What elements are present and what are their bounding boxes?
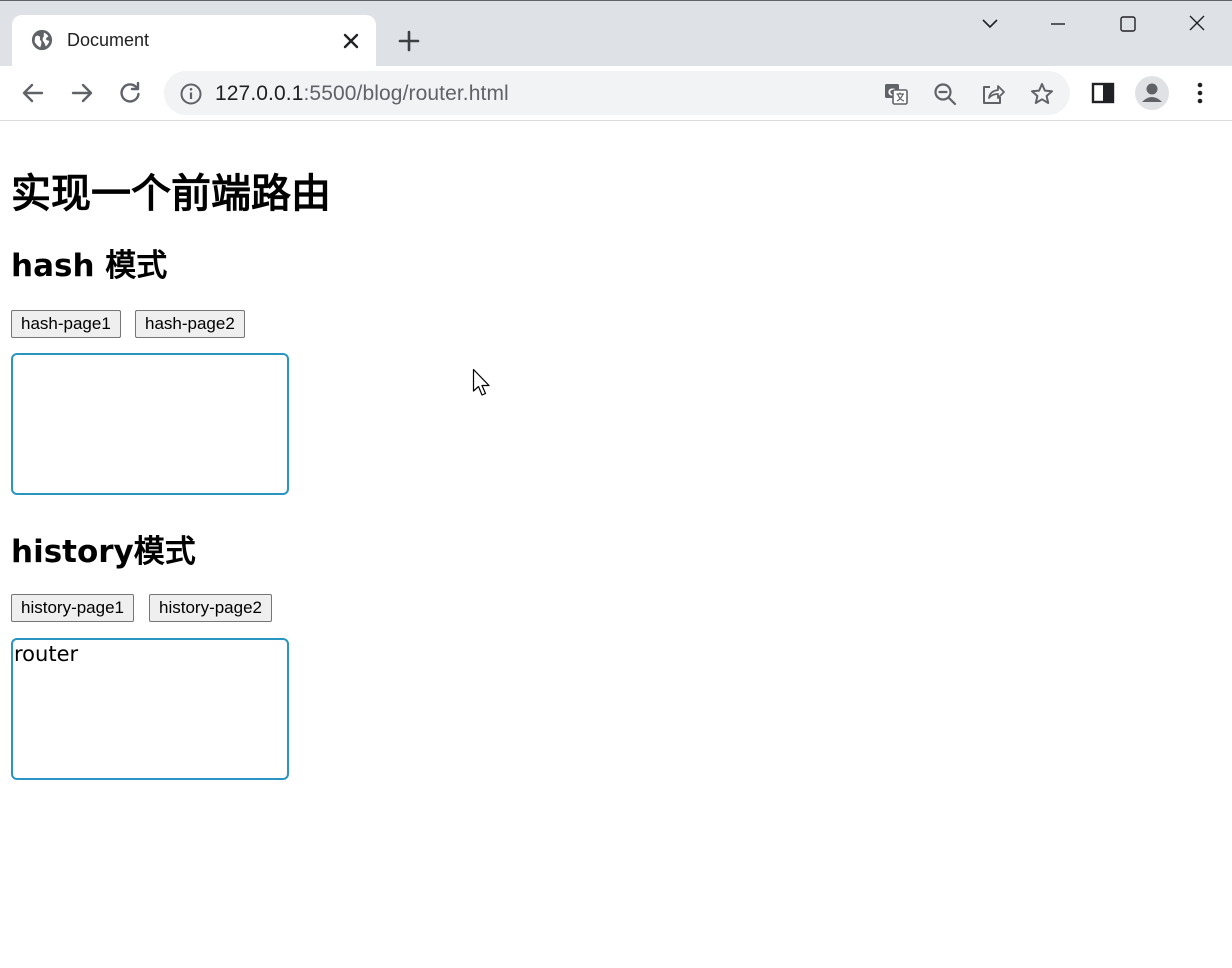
star-icon[interactable] bbox=[1029, 81, 1055, 107]
url-host: 127.0.0.1 bbox=[215, 82, 304, 105]
hash-section-heading: hash 模式 bbox=[11, 248, 168, 284]
person-icon bbox=[1142, 83, 1162, 102]
reload-icon[interactable] bbox=[116, 79, 144, 107]
browser-tab[interactable]: Document bbox=[12, 15, 376, 67]
tab-title: Document bbox=[67, 30, 150, 50]
arrow-right-icon[interactable] bbox=[68, 79, 96, 107]
history-page2-button[interactable]: history-page2 bbox=[149, 594, 273, 622]
history-section-heading: history模式 bbox=[11, 534, 196, 570]
plus-icon[interactable] bbox=[396, 28, 422, 54]
browser-toolbar: 127.0.0.1:5500/blog/router.html G bbox=[0, 66, 1232, 121]
arrow-left-icon[interactable] bbox=[19, 79, 47, 107]
hash-router-view bbox=[11, 353, 289, 495]
side-panel-icon[interactable] bbox=[1089, 79, 1117, 107]
translate-icon[interactable]: G bbox=[883, 81, 909, 107]
share-icon[interactable] bbox=[980, 81, 1006, 107]
hash-page1-button[interactable]: hash-page1 bbox=[11, 310, 121, 338]
page-title: 实现一个前端路由 bbox=[11, 171, 331, 217]
hash-page2-button[interactable]: hash-page2 bbox=[135, 310, 245, 338]
kebab-menu-icon[interactable] bbox=[1186, 79, 1214, 107]
close-icon[interactable] bbox=[1182, 11, 1212, 37]
maximize-icon[interactable] bbox=[1113, 11, 1143, 37]
page-content: 实现一个前端路由 hash 模式 hash-page1 hash-page2 h… bbox=[0, 121, 1232, 968]
url-text[interactable]: 127.0.0.1:5500/blog/router.html bbox=[215, 82, 509, 106]
url-path: :5500/blog/router.html bbox=[303, 82, 509, 105]
chevron-down-icon[interactable] bbox=[975, 11, 1005, 37]
close-icon[interactable] bbox=[341, 31, 361, 51]
mouse-cursor-icon bbox=[472, 368, 490, 396]
browser-titlebar: Document bbox=[0, 0, 1232, 67]
avatar-icon[interactable] bbox=[1135, 76, 1169, 110]
info-icon[interactable] bbox=[179, 82, 203, 106]
address-bar[interactable]: 127.0.0.1:5500/blog/router.html G bbox=[164, 71, 1070, 115]
globe-icon bbox=[31, 29, 53, 51]
minimize-icon[interactable] bbox=[1043, 11, 1073, 37]
zoom-out-icon[interactable] bbox=[932, 81, 958, 107]
history-router-view: router bbox=[11, 638, 289, 780]
history-page1-button[interactable]: history-page1 bbox=[11, 594, 135, 622]
